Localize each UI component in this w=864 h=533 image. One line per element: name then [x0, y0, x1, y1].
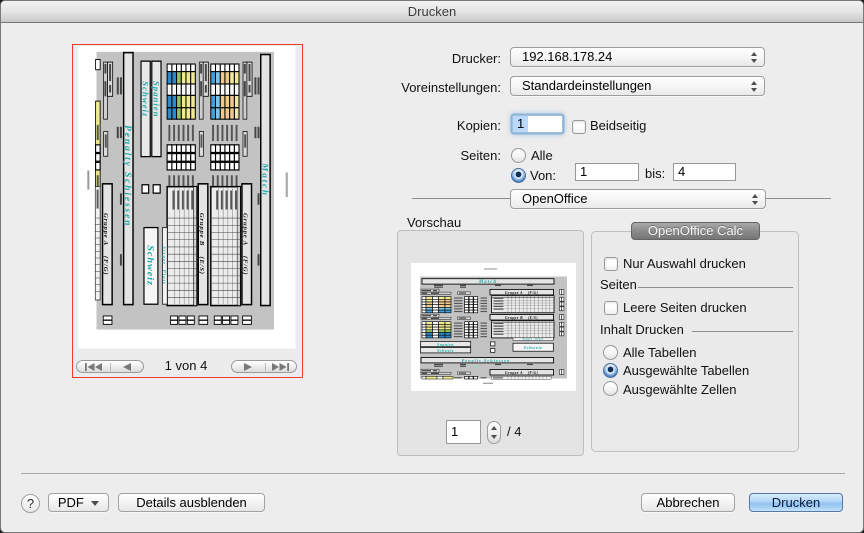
svg-text:Sieger Platz: Sieger Platz [522, 338, 543, 341]
svg-text:(F/G): (F/G) [528, 291, 539, 295]
svg-text:Spanien: Spanien [151, 80, 161, 117]
svg-text:Match: Match [260, 162, 270, 197]
svg-text:Schweiz: Schweiz [140, 81, 150, 117]
svg-text:Gruppe A: Gruppe A [505, 371, 523, 375]
svg-text:Penalty Schiessen: Penalty Schiessen [122, 125, 132, 227]
svg-text:Gruppe B: Gruppe B [505, 316, 523, 320]
svg-text:(E/S): (E/S) [528, 316, 538, 320]
svg-text:Gruppe A: Gruppe A [241, 213, 248, 246]
svg-text:(F/G): (F/G) [241, 255, 248, 274]
svg-text:Schweiz: Schweiz [144, 245, 155, 286]
svg-text:Match: Match [478, 280, 497, 285]
svg-text:Penalty Schiessen: Penalty Schiessen [462, 358, 511, 363]
svg-text:Gruppe A: Gruppe A [505, 291, 523, 295]
svg-text:(E/S): (E/S) [197, 256, 204, 274]
svg-text:(F/G): (F/G) [528, 371, 539, 375]
svg-text:Sieger Platz: Sieger Platz [162, 246, 167, 285]
svg-text:Schweiz: Schweiz [524, 345, 543, 350]
svg-text:(F/G): (F/G) [102, 255, 109, 274]
svg-text:Gruppe B: Gruppe B [197, 212, 204, 245]
svg-text:Gruppe A: Gruppe A [102, 213, 109, 246]
svg-text:Schweiz: Schweiz [437, 348, 454, 353]
svg-text:Spanien: Spanien [437, 342, 454, 347]
